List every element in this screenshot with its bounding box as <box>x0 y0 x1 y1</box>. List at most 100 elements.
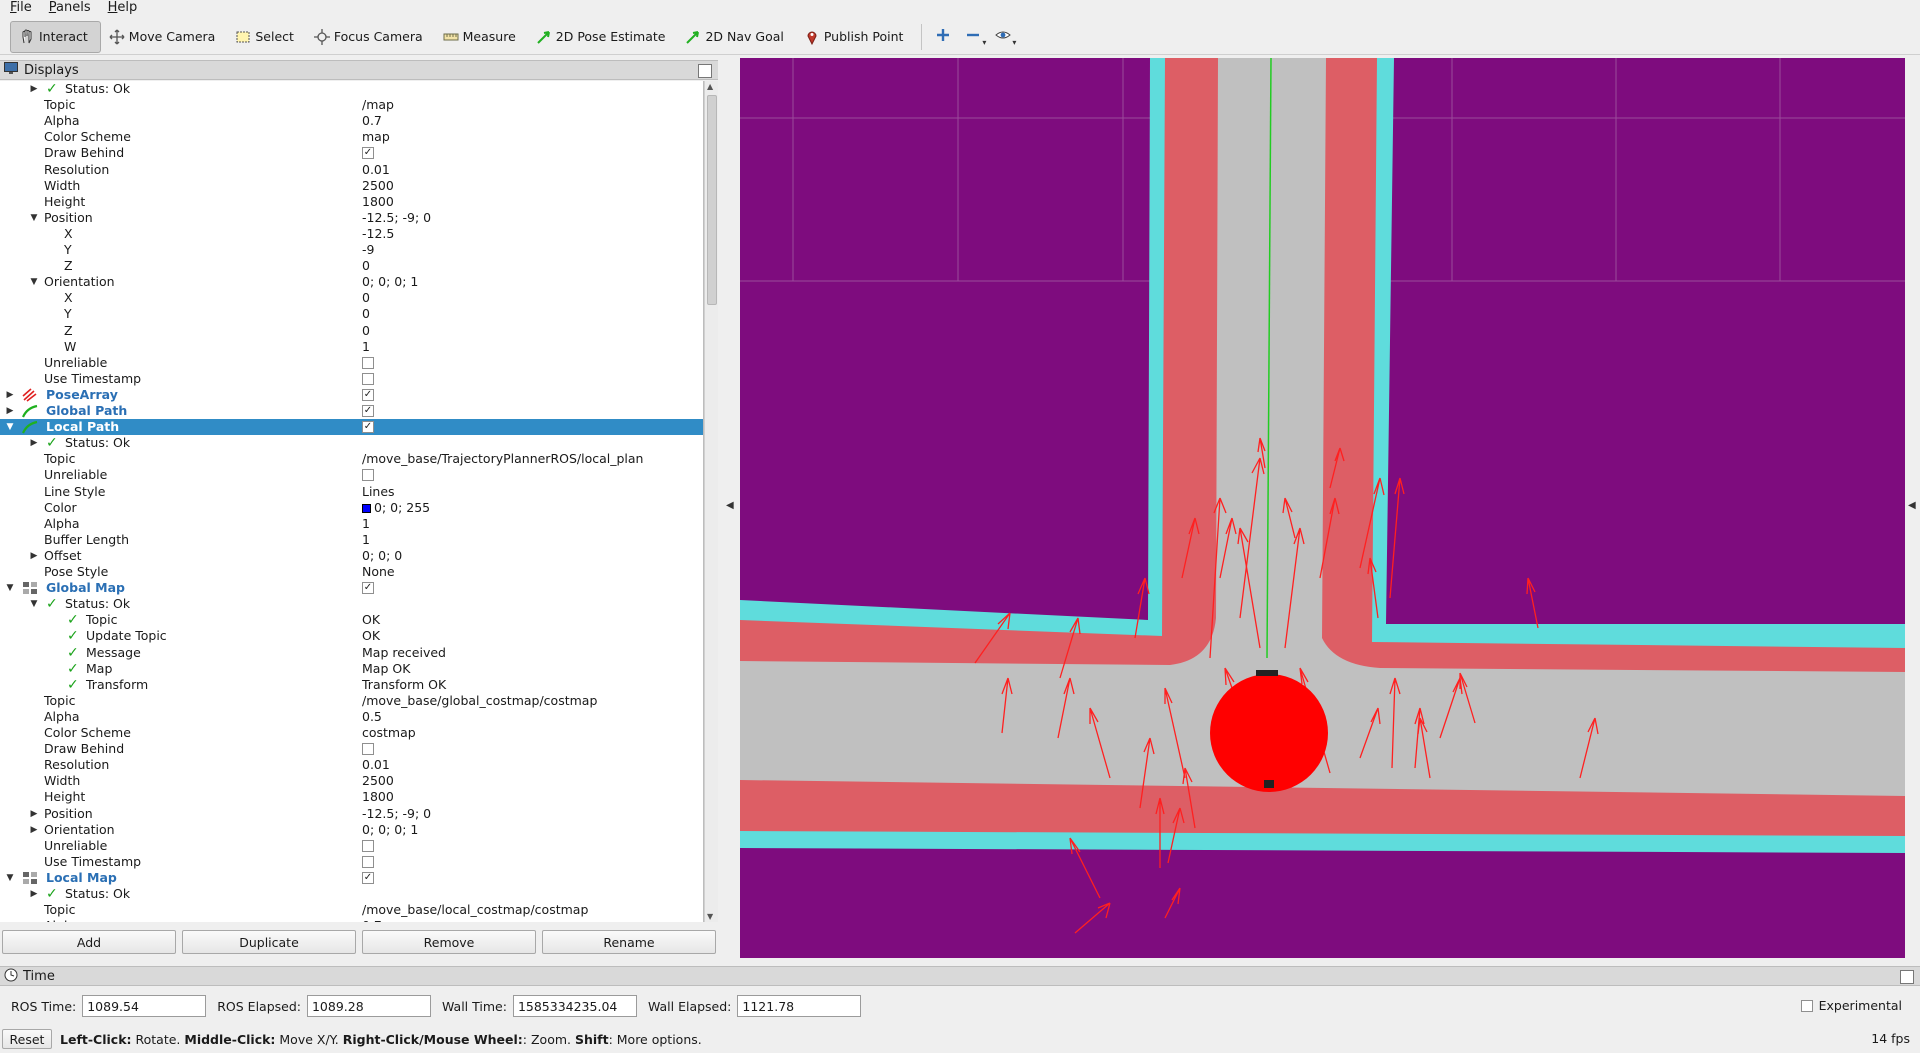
property-row[interactable]: Topic/move_base/global_costmap/costmap <box>0 693 703 709</box>
row-value[interactable]: /move_base/local_costmap/costmap <box>362 902 588 918</box>
row-checkbox[interactable]: ✓ <box>362 582 374 595</box>
row-value[interactable]: 1800 <box>362 789 394 805</box>
property-row[interactable]: ▼ Position -12.5; -9; 0 <box>0 210 703 226</box>
property-row[interactable]: ✓ Message Map received <box>0 645 703 661</box>
tool-measure[interactable]: Measure <box>435 19 528 55</box>
row-value[interactable]: /move_base/TrajectoryPlannerROS/local_pl… <box>362 451 643 467</box>
row-value[interactable]: -12.5; -9; 0 <box>362 806 431 822</box>
row-value[interactable]: 1 <box>362 339 370 355</box>
property-row[interactable]: ✓ Topic OK <box>0 612 703 628</box>
row-value[interactable]: -12.5; -9; 0 <box>362 210 431 226</box>
property-row[interactable]: Alpha 1 <box>0 516 703 532</box>
property-row[interactable]: Topic/map <box>0 97 703 113</box>
row-value[interactable]: 1 <box>362 516 370 532</box>
undock-time-button[interactable] <box>1900 970 1914 984</box>
ros-elapsed-field[interactable] <box>306 995 431 1017</box>
row-value[interactable]: map <box>362 129 390 145</box>
row-checkbox[interactable] <box>362 372 374 385</box>
row-value[interactable]: Transform OK <box>362 677 446 693</box>
property-row[interactable]: Color Scheme map <box>0 129 703 145</box>
row-value[interactable]: -12.5 <box>362 226 394 242</box>
row-value[interactable]: OK <box>362 628 380 644</box>
property-row[interactable]: Z0 <box>0 258 703 274</box>
property-row[interactable]: Use Timestamp <box>0 854 703 870</box>
chevron-right-icon[interactable]: ▶ <box>29 81 39 97</box>
chevron-down-icon[interactable]: ▼ <box>5 870 15 886</box>
row-value[interactable]: 0 <box>362 258 370 274</box>
property-row[interactable]: Use Timestamp <box>0 371 703 387</box>
row-checkbox[interactable] <box>362 855 374 868</box>
undock-button[interactable] <box>698 64 712 78</box>
property-row[interactable]: Height 1800 <box>0 194 703 210</box>
chevron-right-icon[interactable]: ▶ <box>29 435 39 451</box>
duplicate-button[interactable]: Duplicate <box>182 930 356 954</box>
row-value[interactable]: 0 <box>362 290 370 306</box>
property-row[interactable]: Alpha 0.5 <box>0 709 703 725</box>
tool-2d-nav-goal[interactable]: 2D Nav Goal <box>677 19 795 55</box>
tool-publish-point[interactable]: Publish Point <box>796 19 916 55</box>
property-row[interactable]: X0 <box>0 290 703 306</box>
property-row[interactable]: ▶ Orientation 0; 0; 0; 1 <box>0 822 703 838</box>
property-row[interactable]: Color Scheme costmap <box>0 725 703 741</box>
property-row[interactable]: Pose Style None <box>0 564 703 580</box>
property-row[interactable]: X -12.5 <box>0 226 703 242</box>
row-checkbox[interactable]: ✓ <box>362 405 374 417</box>
property-row[interactable]: Topic/move_base/TrajectoryPlannerROS/loc… <box>0 451 703 467</box>
tool-focus-camera[interactable]: Focus Camera <box>306 19 435 55</box>
row-value[interactable]: costmap <box>362 725 416 741</box>
property-row[interactable]: ✓ Map Map OK <box>0 661 703 677</box>
row-checkbox[interactable]: ✓ <box>362 421 374 434</box>
row-value[interactable]: 2500 <box>362 178 394 194</box>
property-row[interactable]: Buffer Length 1 <box>0 532 703 548</box>
property-row[interactable]: Width 2500 <box>0 773 703 789</box>
property-row[interactable]: Unreliable <box>0 838 703 854</box>
row-checkbox[interactable]: ✓ <box>362 871 374 884</box>
add-button[interactable]: Add <box>2 930 176 954</box>
property-row[interactable]: Z0 <box>0 323 703 339</box>
row-value[interactable]: Lines <box>362 484 395 500</box>
scroll-down-icon[interactable]: ▼ <box>707 912 713 921</box>
scrollbar-thumb[interactable] <box>707 95 717 305</box>
row-value[interactable]: 0; 0; 0; 1 <box>362 822 418 838</box>
row-value[interactable]: None <box>362 564 395 580</box>
collapse-left-icon[interactable]: ◀ <box>726 500 734 511</box>
collapse-right-icon[interactable]: ◀ <box>1908 500 1916 511</box>
ros-time-field[interactable] <box>82 995 207 1017</box>
row-value[interactable]: Map OK <box>362 661 410 677</box>
row-value[interactable]: 0.7 <box>362 113 382 129</box>
displays-scrollbar[interactable]: ▲ ▼ <box>704 81 718 922</box>
property-row[interactable]: Y0 <box>0 306 703 322</box>
property-row[interactable]: ✓ Transform Transform OK <box>0 677 703 693</box>
row-value[interactable]: 0 <box>362 323 370 339</box>
remove-tool-button[interactable]: ▾ <box>958 19 988 55</box>
property-row[interactable]: Alpha 0.7 <box>0 113 703 129</box>
property-row[interactable]: Resolution 0.01 <box>0 162 703 178</box>
chevron-right-icon[interactable]: ▶ <box>5 387 15 403</box>
property-row[interactable]: Unreliable <box>0 355 703 371</box>
chevron-right-icon[interactable]: ▶ <box>29 886 39 902</box>
chevron-down-icon[interactable]: ▼ <box>29 274 39 290</box>
row-value[interactable]: 0.7 <box>362 918 382 922</box>
wall-time-field[interactable] <box>512 995 637 1017</box>
row-value[interactable]: 2500 <box>362 773 394 789</box>
property-row[interactable]: Resolution 0.01 <box>0 757 703 773</box>
add-tool-button[interactable] <box>928 19 958 55</box>
row-value[interactable]: 0; 0; 0 <box>362 548 402 564</box>
remove-button[interactable]: Remove <box>362 930 536 954</box>
property-row[interactable]: Y -9 <box>0 242 703 258</box>
wall-elapsed-field[interactable] <box>737 995 862 1017</box>
chevron-right-icon[interactable]: ▶ <box>29 806 39 822</box>
display-item[interactable]: ▶ PoseArray ✓ <box>0 387 703 403</box>
row-value[interactable]: 1800 <box>362 194 394 210</box>
row-value[interactable]: -9 <box>362 242 374 258</box>
rename-button[interactable]: Rename <box>542 930 716 954</box>
display-item[interactable]: ▼ Local Path ✓ <box>0 419 703 436</box>
row-value[interactable]: 0.5 <box>362 709 382 725</box>
chevron-right-icon[interactable]: ▶ <box>5 403 15 419</box>
property-row[interactable]: Line Style Lines <box>0 484 703 500</box>
property-row[interactable]: ▶ ✓ Status: Ok <box>0 81 703 97</box>
tool-select[interactable]: Select <box>227 19 306 55</box>
row-checkbox[interactable]: ✓ <box>362 147 374 160</box>
menu-help[interactable]: Help <box>102 0 149 16</box>
property-row[interactable]: Draw Behind ✓ <box>0 145 703 161</box>
